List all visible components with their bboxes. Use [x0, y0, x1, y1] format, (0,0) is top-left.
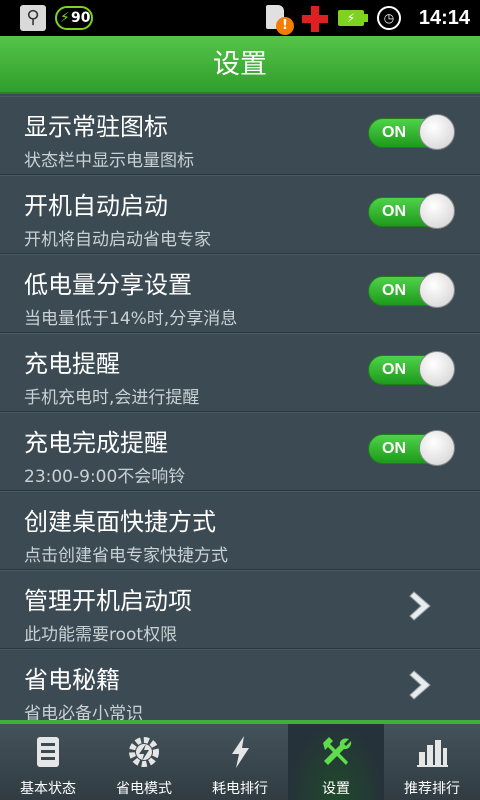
setting-row-tips[interactable]: 省电秘籍 省电必备小常识 — [0, 649, 480, 720]
toggle-state-text: ON — [382, 282, 406, 299]
setting-label: 低电量分享设置 — [24, 271, 192, 299]
setting-description: 23:00-9:00不会响铃 — [24, 467, 186, 487]
nav-basic-status[interactable]: 基本状态 — [0, 724, 96, 800]
gear-bolt-icon — [129, 737, 159, 767]
setting-row-charge-reminder[interactable]: 充电提醒 手机充电时,会进行提醒 ON — [0, 333, 480, 412]
status-bar: ⚲ ⚡ 90 ! ⚡ ◷ 14:14 — [0, 0, 480, 36]
alarm-clock-icon: ◷ — [377, 6, 401, 30]
charge-reminder-toggle[interactable]: ON — [368, 351, 455, 387]
setting-label: 充电完成提醒 — [24, 429, 168, 457]
toggle-state-text: ON — [382, 440, 406, 457]
setting-label: 显示常驻图标 — [24, 113, 168, 141]
setting-row-create-shortcut[interactable]: 创建桌面快捷方式 点击创建省电专家快捷方式 — [0, 491, 480, 570]
setting-label: 省电秘籍 — [24, 666, 120, 694]
setting-row-charge-complete[interactable]: 充电完成提醒 23:00-9:00不会响铃 ON — [0, 412, 480, 491]
bottom-nav: 基本状态 省电模式 耗电排行 设置 推荐排行 — [0, 720, 480, 800]
warning-icon: ! — [276, 17, 294, 35]
setting-description: 点击创建省电专家快捷方式 — [24, 546, 228, 566]
low-battery-share-toggle[interactable]: ON — [368, 272, 455, 308]
nav-label: 耗电排行 — [212, 781, 268, 797]
nav-power-mode[interactable]: 省电模式 — [96, 724, 192, 800]
red-cross-icon — [302, 6, 328, 32]
toggle-knob — [419, 193, 455, 229]
settings-list: 显示常驻图标 状态栏中显示电量图标 ON 开机自动启动 开机将自动启动省电专家 … — [0, 96, 480, 720]
usb-icon: ⚲ — [20, 5, 46, 31]
charge-complete-toggle[interactable]: ON — [368, 430, 455, 466]
setting-description: 手机充电时,会进行提醒 — [24, 388, 200, 408]
nav-label: 省电模式 — [116, 781, 172, 797]
nav-label: 基本状态 — [20, 781, 76, 797]
setting-row-autostart[interactable]: 开机自动启动 开机将自动启动省电专家 ON — [0, 175, 480, 254]
nav-power-ranking[interactable]: 耗电排行 — [192, 724, 288, 800]
bar-chart-icon — [417, 740, 448, 767]
toggle-state-text: ON — [382, 203, 406, 220]
chevron-right-icon — [409, 591, 431, 621]
battery-percent-badge: ⚡ 90 — [55, 6, 93, 30]
setting-description: 开机将自动启动省电专家 — [24, 230, 211, 250]
page-title: 设置 — [213, 49, 267, 80]
toggle-knob — [419, 272, 455, 308]
chevron-right-icon — [409, 670, 431, 700]
battery-percent-text: 90 — [71, 10, 91, 26]
battery-charging-icon: ⚡ — [338, 10, 368, 26]
setting-description: 此功能需要root权限 — [24, 625, 178, 645]
status-time: 14:14 — [418, 7, 470, 29]
nav-label: 设置 — [322, 781, 350, 797]
toggle-state-text: ON — [382, 124, 406, 141]
setting-label: 充电提醒 — [24, 350, 120, 378]
sd-card-warning-icon: ! — [266, 5, 294, 35]
nav-label: 推荐排行 — [404, 781, 460, 797]
nav-recommended[interactable]: 推荐排行 — [384, 724, 480, 800]
setting-label: 开机自动启动 — [24, 192, 168, 220]
setting-label: 管理开机启动项 — [24, 587, 192, 615]
toggle-knob — [419, 114, 455, 150]
tools-icon — [323, 737, 352, 765]
toggle-state-text: ON — [382, 361, 406, 378]
setting-row-manage-startup[interactable]: 管理开机启动项 此功能需要root权限 — [0, 570, 480, 649]
title-bar: 设置 — [0, 36, 480, 94]
show-icon-toggle[interactable]: ON — [368, 114, 455, 150]
setting-label: 创建桌面快捷方式 — [24, 508, 216, 536]
setting-description: 省电必备小常识 — [24, 704, 143, 720]
toggle-knob — [419, 430, 455, 466]
setting-row-show-icon[interactable]: 显示常驻图标 状态栏中显示电量图标 ON — [0, 96, 480, 175]
bolt-icon: ⚡ — [60, 10, 70, 26]
lightning-icon — [232, 736, 249, 768]
document-icon — [37, 737, 59, 767]
toggle-knob — [419, 351, 455, 387]
setting-description: 状态栏中显示电量图标 — [24, 151, 194, 171]
autostart-toggle[interactable]: ON — [368, 193, 455, 229]
nav-settings[interactable]: 设置 — [288, 724, 384, 800]
setting-row-low-battery-share[interactable]: 低电量分享设置 当电量低于14%时,分享消息 ON — [0, 254, 480, 333]
setting-description: 当电量低于14%时,分享消息 — [24, 309, 238, 329]
